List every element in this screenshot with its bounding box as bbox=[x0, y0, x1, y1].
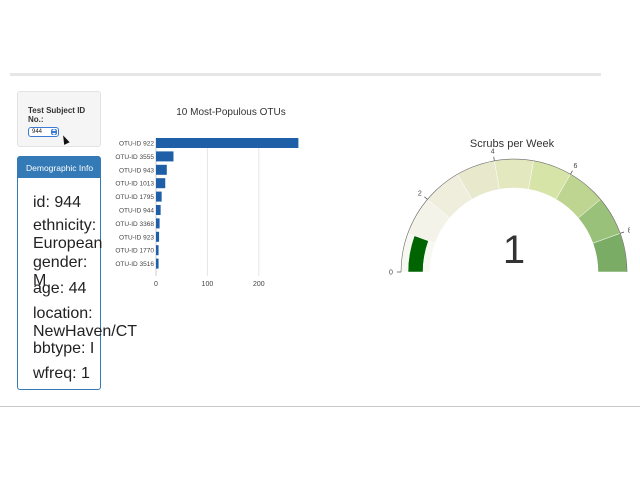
bar-chart-title: 10 Most-Populous OTUs bbox=[176, 107, 286, 118]
y-tick-label: OTU-ID 3368 bbox=[115, 221, 154, 228]
otu-bar bbox=[156, 245, 159, 256]
y-tick-label: OTU-ID 923 bbox=[119, 234, 154, 241]
x-tick-label: 200 bbox=[253, 281, 265, 288]
gauge-tick-label: 6 bbox=[574, 163, 578, 170]
gauge-tick-label: 8 bbox=[628, 227, 630, 234]
otu-bar bbox=[156, 191, 162, 202]
otu-bar bbox=[156, 164, 167, 175]
demographic-location: location: NewHaven/CT bbox=[33, 305, 138, 340]
subject-id-select[interactable]: 944 bbox=[28, 127, 59, 137]
otu-bar bbox=[156, 205, 161, 215]
x-tick-label: 100 bbox=[202, 281, 214, 288]
otu-bar bbox=[156, 151, 174, 162]
mouse-cursor-icon bbox=[60, 134, 70, 145]
demographic-wfreq: wfreq: 1 bbox=[33, 365, 90, 382]
y-tick-label: OTU-ID 1770 bbox=[115, 248, 154, 255]
demographic-id: id: 944 bbox=[33, 194, 82, 211]
gauge-tick-label: 4 bbox=[491, 148, 495, 155]
top-divider bbox=[10, 73, 601, 76]
y-tick-label: OTU-ID 944 bbox=[119, 208, 154, 215]
y-tick-label: OTU-ID 3555 bbox=[115, 154, 154, 161]
y-tick-label: OTU-ID 943 bbox=[119, 167, 154, 174]
demographic-info-heading: Demographic Info bbox=[18, 157, 100, 178]
gauge-value-readout: 1 bbox=[502, 228, 526, 272]
demographic-ethnicity: ethnicity: European bbox=[33, 217, 103, 252]
gauge-tick-label: 2 bbox=[418, 190, 422, 197]
demographic-info-panel: Demographic Info id: 944 ethnicity: Euro… bbox=[17, 156, 138, 390]
otu-bar bbox=[156, 231, 160, 242]
gauge-tick-label: 0 bbox=[389, 270, 393, 277]
y-tick-label: OTU-ID 922 bbox=[119, 141, 154, 148]
y-tick-label: OTU-ID 1795 bbox=[115, 194, 154, 201]
gauge-tick bbox=[424, 196, 428, 200]
y-tick-label: OTU-ID 3516 bbox=[115, 261, 154, 268]
select-arrows-icon bbox=[51, 129, 57, 135]
demographic-bbtype: bbtype: I bbox=[33, 340, 95, 357]
otu-bar bbox=[156, 138, 299, 148]
otu-bar-chart: 0 100 200 OTU-ID 922 OTU-ID 3555 OTU-ID 943 OT… bbox=[115, 138, 299, 288]
gauge-tick bbox=[620, 231, 625, 234]
demographic-age: age: 44 bbox=[33, 280, 87, 297]
gauge-tick bbox=[493, 156, 495, 161]
subject-selector-label: Test Subject ID No.: bbox=[28, 106, 86, 124]
gauge-tick bbox=[570, 170, 573, 175]
otu-bar bbox=[156, 218, 160, 229]
subject-selector-well: Test Subject ID No.: 944 bbox=[17, 91, 101, 147]
bottom-divider bbox=[0, 406, 640, 407]
subject-id-select-value: 944 bbox=[32, 129, 43, 135]
y-tick-label: OTU-ID 1013 bbox=[115, 181, 154, 188]
otu-bar bbox=[156, 178, 166, 189]
gauge-step bbox=[494, 158, 534, 190]
otu-bar bbox=[156, 258, 159, 269]
x-tick-label: 0 bbox=[154, 281, 158, 288]
